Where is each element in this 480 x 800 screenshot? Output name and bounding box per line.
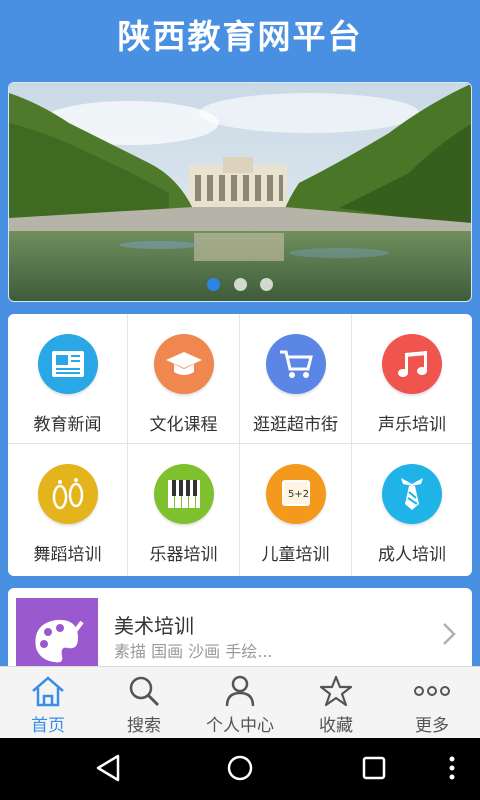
- search-icon: [129, 676, 160, 707]
- grid-item-adult-training[interactable]: 成人培训: [352, 444, 472, 576]
- recents-icon[interactable]: [360, 752, 390, 784]
- feature-card-art-training[interactable]: 美术培训 素描 国画 沙画 手绘...: [8, 588, 472, 672]
- star-icon: [319, 675, 353, 707]
- tab-more[interactable]: 更多: [384, 667, 480, 738]
- feature-card-subtitle: 素描 国画 沙画 手绘...: [114, 642, 273, 661]
- bottom-tab-bar: 首页 搜索 个人中心 收藏 更多: [0, 666, 480, 738]
- music-notes-icon: [382, 334, 442, 394]
- shopping-cart-icon: [265, 334, 326, 394]
- grid-item-vocal-training[interactable]: 声乐培训: [352, 314, 472, 444]
- grid-item-education-news[interactable]: 教育新闻: [8, 314, 128, 444]
- footprints-icon: [37, 464, 98, 524]
- carousel-dot-1[interactable]: [207, 278, 221, 291]
- tab-home[interactable]: 首页: [0, 667, 96, 738]
- palette-icon: [16, 598, 98, 672]
- banner-carousel[interactable]: [8, 82, 472, 302]
- overflow-menu-icon[interactable]: [445, 752, 459, 784]
- carousel-dots[interactable]: [9, 276, 471, 295]
- newspaper-icon: [37, 334, 98, 394]
- more-icon: [414, 686, 450, 696]
- tab-label: 更多: [415, 716, 449, 736]
- tab-profile[interactable]: 个人中心: [192, 667, 288, 738]
- chalkboard-icon: 5+2: [265, 464, 326, 524]
- grid-item-supermarket[interactable]: 逛逛超市街: [240, 314, 352, 444]
- user-icon: [225, 675, 255, 707]
- android-navigation-bar: [0, 738, 480, 800]
- carousel-dot-3[interactable]: [259, 278, 273, 291]
- chevron-right-icon[interactable]: [442, 622, 456, 646]
- category-grid: 教育新闻 文化课程 逛逛超市街 声乐培训 舞蹈培训 乐器培训 5+2 儿童培训: [8, 314, 472, 576]
- grid-item-children-training[interactable]: 5+2 儿童培训: [240, 444, 352, 576]
- grid-item-label: 乐器培训: [149, 545, 218, 565]
- carousel-dot-2[interactable]: [233, 278, 247, 291]
- tab-label: 搜索: [127, 716, 161, 736]
- piano-keys-icon: [153, 464, 214, 524]
- grid-item-dance-training[interactable]: 舞蹈培训: [8, 444, 128, 576]
- grid-item-label: 成人培训: [378, 545, 446, 565]
- grid-item-instrument-training[interactable]: 乐器培训: [128, 444, 240, 576]
- grid-item-culture-courses[interactable]: 文化课程: [128, 314, 240, 444]
- tab-label: 个人中心: [206, 716, 274, 736]
- grid-item-label: 声乐培训: [378, 415, 446, 435]
- grid-item-label: 逛逛超市街: [253, 415, 338, 435]
- tab-favorites[interactable]: 收藏: [288, 667, 384, 738]
- graduation-cap-icon: [153, 334, 214, 394]
- feature-card-title: 美术培训: [114, 614, 194, 638]
- home-icon: [32, 676, 64, 707]
- grid-item-label: 儿童培训: [261, 545, 330, 565]
- necktie-icon: [382, 464, 442, 524]
- grid-item-label: 教育新闻: [33, 415, 102, 435]
- tab-search[interactable]: 搜索: [96, 667, 192, 738]
- grid-item-label: 舞蹈培训: [33, 545, 102, 565]
- grid-item-label: 文化课程: [149, 415, 218, 435]
- tab-label: 首页: [31, 716, 65, 736]
- tab-label: 收藏: [319, 716, 353, 736]
- app-title: 陕西教育网平台: [0, 0, 480, 74]
- svg-text:5+2: 5+2: [288, 489, 309, 500]
- banner-image: [9, 83, 471, 301]
- back-icon[interactable]: [94, 752, 124, 784]
- home-button-icon[interactable]: [225, 752, 255, 784]
